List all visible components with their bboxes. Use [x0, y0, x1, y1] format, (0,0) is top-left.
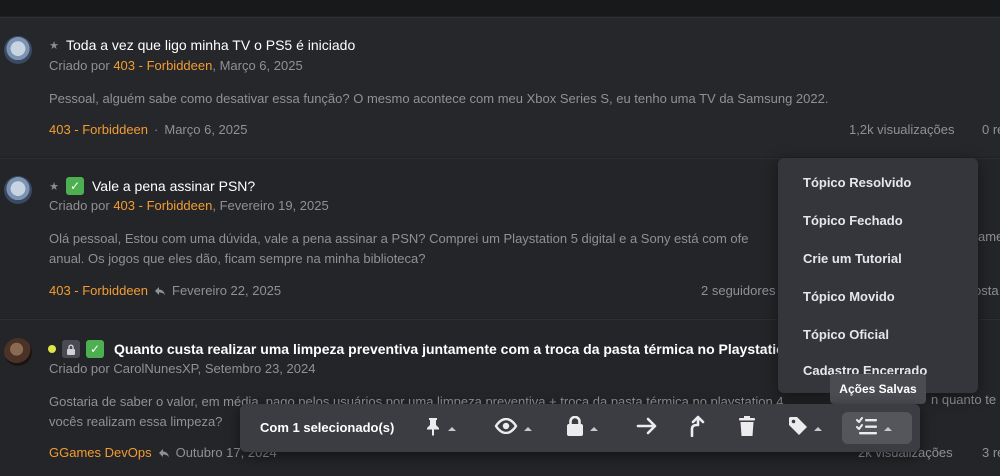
- topic-title[interactable]: Toda a vez que ligo minha TV o PS5 é ini…: [66, 37, 355, 53]
- chevron-up-icon: [590, 427, 598, 431]
- last-poster-link[interactable]: GGames DevOps: [49, 445, 152, 460]
- lock-icon: [566, 415, 584, 441]
- eye-icon: [494, 417, 518, 439]
- avatar[interactable]: [4, 338, 32, 366]
- visibility-button[interactable]: [488, 412, 538, 444]
- last-post-date[interactable]: Fevereiro 22, 2025: [172, 283, 281, 298]
- topic-meta: Criado por CarolNunesXP, Setembro 23, 20…: [49, 361, 315, 376]
- topic-author-link[interactable]: 403 - Forbiddeen: [113, 58, 212, 73]
- last-poster-link[interactable]: 403 - Forbiddeen: [49, 283, 148, 298]
- saved-actions-menu: Tópico Resolvido Tópico Fechado Crie um …: [778, 158, 978, 393]
- checklist-icon: [856, 416, 878, 440]
- reply-icon: [158, 448, 170, 458]
- topic-author-link[interactable]: CarolNunesXP: [113, 361, 197, 376]
- chevron-up-icon: [814, 427, 822, 431]
- topic-excerpt[interactable]: Pessoal, alguém sabe como desativar essa…: [49, 89, 999, 109]
- merge-button[interactable]: [682, 412, 712, 444]
- avatar[interactable]: [4, 36, 32, 64]
- topic-title-row: ✓ Quanto custa realizar uma limpeza prev…: [48, 339, 785, 359]
- menu-item-crie-um-tutorial[interactable]: Crie um Tutorial: [803, 251, 902, 266]
- solved-check-icon: ✓: [66, 177, 84, 195]
- created-by-label: Criado por: [49, 198, 110, 213]
- selection-count-label: Com 1 selecionado(s): [260, 420, 395, 435]
- topic-footer: 403 - Forbiddeen Fevereiro 22, 2025: [49, 283, 281, 298]
- menu-item-topico-movido[interactable]: Tópico Movido: [803, 289, 895, 304]
- chevron-up-icon: [884, 427, 892, 431]
- topic-created-date: , Fevereiro 19, 2025: [212, 198, 329, 213]
- star-icon: ★: [49, 39, 59, 52]
- unread-dot-icon: [48, 345, 56, 353]
- topic-title-row: ★ ✓ Vale a pena assinar PSN?: [48, 176, 255, 196]
- chevron-up-icon: [448, 427, 456, 431]
- pin-icon: [424, 416, 442, 441]
- menu-item-topico-resolvido[interactable]: Tópico Resolvido: [803, 175, 911, 190]
- topic-meta: Criado por 403 - Forbiddeen, Março 6, 20…: [49, 58, 303, 73]
- avatar[interactable]: [4, 176, 32, 204]
- delete-button[interactable]: [732, 412, 762, 444]
- topic-title-row: ★ Toda a vez que ligo minha TV o PS5 é i…: [48, 35, 355, 55]
- reply-icon: [154, 286, 166, 296]
- saved-actions-tooltip: Ações Salvas: [830, 374, 926, 410]
- tag-icon: [788, 416, 808, 441]
- excerpt-line-1-tail: n quanto te: [931, 392, 997, 407]
- menu-item-topico-oficial[interactable]: Tópico Oficial: [803, 327, 889, 342]
- lock-badge-icon: [62, 340, 80, 358]
- replies-count: 0 re: [982, 122, 1000, 137]
- saved-actions-button[interactable]: [842, 412, 912, 444]
- topic-title[interactable]: Quanto custa realizar uma limpeza preven…: [114, 341, 785, 357]
- menu-item-topico-fechado[interactable]: Tópico Fechado: [803, 213, 903, 228]
- followers-count: 2 seguidores: [701, 283, 776, 298]
- last-poster-link[interactable]: 403 - Forbiddeen: [49, 122, 148, 137]
- tag-button[interactable]: [782, 412, 828, 444]
- topic-author-link[interactable]: 403 - Forbiddeen: [113, 198, 212, 213]
- separator-dot: ·: [154, 122, 159, 137]
- views-count: 1,2k visualizações: [849, 122, 955, 137]
- replies-count: 3 re: [982, 445, 1000, 460]
- star-icon: ★: [49, 180, 59, 193]
- created-by-label: Criado por: [49, 58, 110, 73]
- topic-footer: 403 - Forbiddeen · Março 6, 2025: [49, 122, 247, 137]
- bulk-actions-toolbar: Com 1 selecionado(s): [240, 404, 920, 452]
- top-bar: [0, 0, 1000, 16]
- topic-created-date: , Março 6, 2025: [212, 58, 303, 73]
- topic-meta: Criado por 403 - Forbiddeen, Fevereiro 1…: [49, 198, 329, 213]
- pin-button[interactable]: [418, 412, 462, 444]
- merge-up-icon: [688, 415, 706, 442]
- lock-button[interactable]: [560, 412, 604, 444]
- topic-created-date: , Setembro 23, 2024: [197, 361, 316, 376]
- topic-row[interactable]: ★ Toda a vez que ligo minha TV o PS5 é i…: [0, 17, 1000, 157]
- topic-title[interactable]: Vale a pena assinar PSN?: [92, 178, 255, 194]
- arrow-right-icon: [636, 417, 658, 440]
- excerpt-line-1-tail: ame: [978, 229, 1000, 244]
- trash-icon: [738, 415, 756, 442]
- created-by-label: Criado por: [49, 361, 110, 376]
- move-button[interactable]: [630, 412, 664, 444]
- last-post-date[interactable]: Março 6, 2025: [164, 122, 247, 137]
- chevron-up-icon: [524, 427, 532, 431]
- solved-check-icon: ✓: [86, 340, 104, 358]
